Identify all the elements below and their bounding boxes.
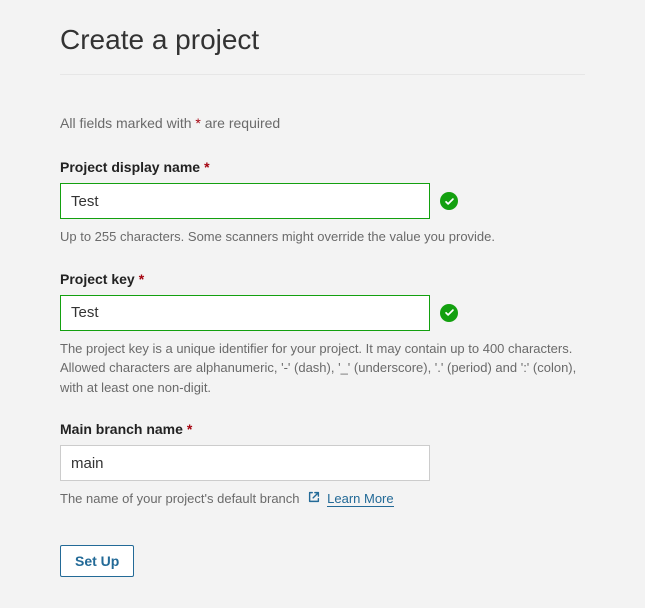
divider (60, 74, 585, 75)
project-key-label-text: Project key (60, 271, 135, 287)
project-key-input-row (60, 295, 585, 331)
display-name-label: Project display name* (60, 159, 585, 175)
main-branch-group: Main branch name* The name of your proje… (60, 421, 585, 509)
required-note-suffix: are required (201, 115, 280, 131)
main-branch-help: The name of your project's default branc… (60, 489, 585, 509)
page-title: Create a project (60, 24, 585, 56)
display-name-group: Project display name* Up to 255 characte… (60, 159, 585, 247)
check-icon (440, 304, 458, 322)
main-branch-label: Main branch name* (60, 421, 585, 437)
project-key-group: Project key* The project key is a unique… (60, 271, 585, 398)
external-link-icon (307, 490, 321, 510)
project-key-help: The project key is a unique identifier f… (60, 339, 585, 398)
main-branch-input[interactable] (60, 445, 430, 481)
display-name-input-row (60, 183, 585, 219)
main-branch-help-text: The name of your project's default branc… (60, 491, 300, 506)
learn-more-link[interactable]: Learn More (327, 491, 393, 507)
main-branch-input-row (60, 445, 585, 481)
required-note-prefix: All fields marked with (60, 115, 195, 131)
setup-button[interactable]: Set Up (60, 545, 134, 577)
project-key-label: Project key* (60, 271, 585, 287)
required-fields-note: All fields marked with * are required (60, 115, 585, 131)
required-asterisk: * (139, 271, 144, 287)
project-key-input[interactable] (60, 295, 430, 331)
required-asterisk: * (204, 159, 209, 175)
required-asterisk: * (187, 421, 192, 437)
display-name-help: Up to 255 characters. Some scanners migh… (60, 227, 585, 247)
display-name-label-text: Project display name (60, 159, 200, 175)
display-name-input[interactable] (60, 183, 430, 219)
check-icon (440, 192, 458, 210)
main-branch-label-text: Main branch name (60, 421, 183, 437)
